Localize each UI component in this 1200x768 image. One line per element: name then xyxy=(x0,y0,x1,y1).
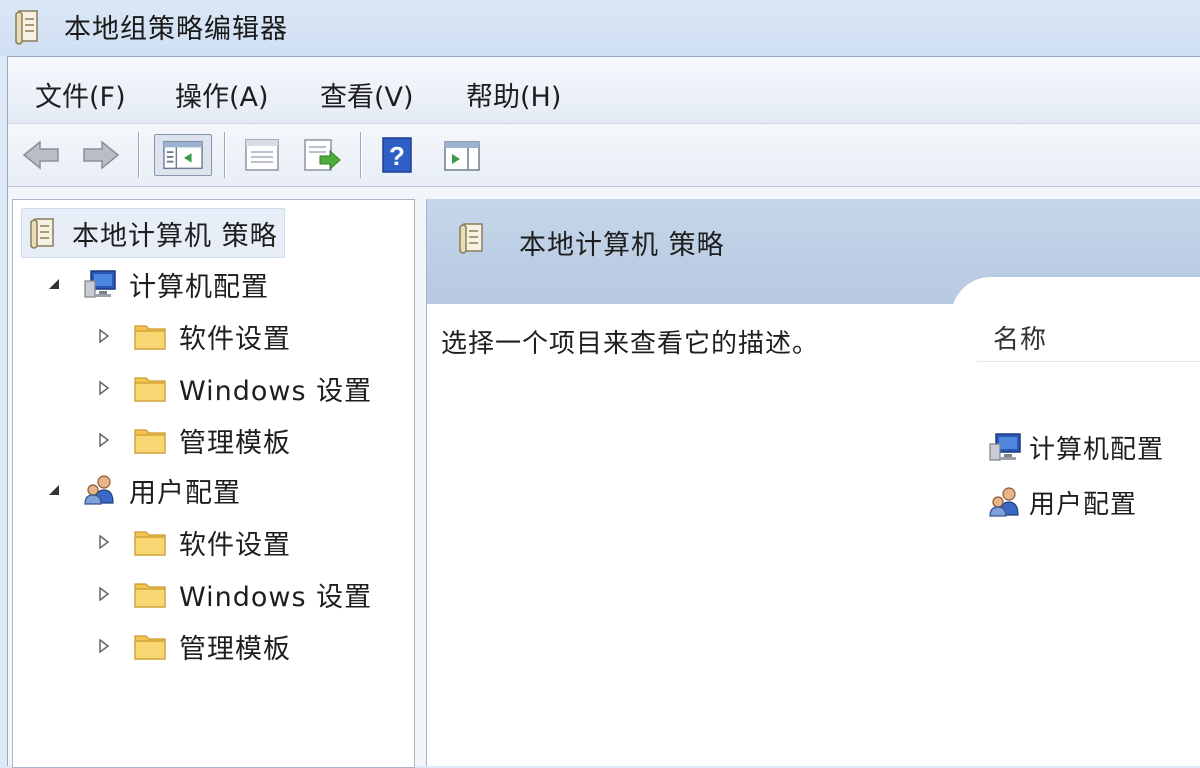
tree-node-computer-windows-settings[interactable]: Windows 设置 xyxy=(95,366,372,410)
tree-node-label: Windows 设置 xyxy=(179,375,373,407)
show-hide-action-pane-icon[interactable] xyxy=(440,134,484,176)
tree-node-computer-software-settings[interactable]: 软件设置 xyxy=(95,314,291,358)
collapsed-triangle-icon[interactable] xyxy=(95,379,113,397)
tree-node-label: 计算机配置 xyxy=(129,271,269,303)
window-title: 本地组策略编辑器 xyxy=(64,14,288,45)
tree-root-local-computer-policy[interactable]: 本地计算机 策略 xyxy=(21,208,285,258)
tree-root-label: 本地计算机 策略 xyxy=(72,220,278,252)
list-item-label: 用户配置 xyxy=(1029,489,1138,520)
policy-scroll-icon xyxy=(12,8,44,46)
collapsed-triangle-icon[interactable] xyxy=(95,327,113,345)
folder-icon xyxy=(133,319,167,353)
folder-icon xyxy=(133,629,167,663)
properties-icon[interactable] xyxy=(240,134,284,176)
tree-node-computer-admin-templates[interactable]: 管理模板 xyxy=(95,418,291,462)
console-tree: 本地计算机 策略 计算机配置 软件设置 Windows 设置 管理模板 用户配置… xyxy=(12,199,415,768)
users-icon xyxy=(987,485,1023,519)
standard-view-tab-curve xyxy=(951,277,1200,317)
folder-icon xyxy=(133,371,167,405)
forward-icon[interactable] xyxy=(78,134,122,176)
tree-node-label: Windows 设置 xyxy=(179,581,373,613)
show-hide-tree-icon[interactable] xyxy=(154,134,212,176)
users-icon xyxy=(83,473,117,507)
expanded-triangle-icon[interactable] xyxy=(45,275,63,293)
folder-icon xyxy=(133,525,167,559)
collapsed-triangle-icon[interactable] xyxy=(95,637,113,655)
help-icon[interactable]: ? xyxy=(378,134,416,176)
computer-icon xyxy=(83,267,117,301)
tree-node-label: 软件设置 xyxy=(179,529,291,561)
collapsed-triangle-icon[interactable] xyxy=(95,431,113,449)
details-description: 选择一个项目来查看它的描述。 xyxy=(441,329,820,359)
expanded-triangle-icon[interactable] xyxy=(45,481,63,499)
menu-bar: 文件(F) 操作(A) 查看(V) 帮助(H) xyxy=(8,57,1200,123)
svg-text:?: ? xyxy=(389,141,405,171)
main-window: 文件(F) 操作(A) 查看(V) 帮助(H) ? 本地计算机 策略 计算机配置… xyxy=(7,56,1200,768)
tree-node-user-windows-settings[interactable]: Windows 设置 xyxy=(95,572,372,616)
toolbar: ? xyxy=(8,123,1200,187)
tree-node-computer-config[interactable]: 计算机配置 xyxy=(45,262,269,306)
menu-action[interactable]: 操作(A) xyxy=(175,75,269,114)
folder-icon xyxy=(133,423,167,457)
tree-node-user-config[interactable]: 用户配置 xyxy=(45,468,241,512)
details-title: 本地计算机 策略 xyxy=(519,230,725,261)
tree-node-label: 软件设置 xyxy=(179,323,291,355)
tree-node-label: 管理模板 xyxy=(179,633,291,665)
tree-node-label: 管理模板 xyxy=(179,427,291,459)
policy-scroll-icon xyxy=(455,221,489,255)
column-header-name[interactable]: 名称 xyxy=(993,319,1047,356)
list-item-user-config[interactable]: 用户配置 xyxy=(987,481,1137,523)
title-bar: 本地组策略编辑器 xyxy=(0,0,1200,56)
menu-help[interactable]: 帮助(H) xyxy=(466,75,561,114)
back-icon[interactable] xyxy=(20,134,64,176)
tree-node-user-admin-templates[interactable]: 管理模板 xyxy=(95,624,291,668)
export-list-icon[interactable] xyxy=(300,134,344,176)
list-item-computer-config[interactable]: 计算机配置 xyxy=(987,426,1164,468)
computer-icon xyxy=(987,430,1023,464)
collapsed-triangle-icon[interactable] xyxy=(95,585,113,603)
collapsed-triangle-icon[interactable] xyxy=(95,533,113,551)
folder-icon xyxy=(133,577,167,611)
menu-file[interactable]: 文件(F) xyxy=(35,75,126,114)
tree-node-user-software-settings[interactable]: 软件设置 xyxy=(95,520,291,564)
list-item-label: 计算机配置 xyxy=(1029,434,1165,465)
tree-node-label: 用户配置 xyxy=(129,477,241,509)
policy-scroll-icon xyxy=(26,216,60,250)
details-pane: 本地计算机 策略 选择一个项目来查看它的描述。 名称 计算机配置 用户配置 xyxy=(426,199,1200,766)
menu-view[interactable]: 查看(V) xyxy=(320,75,414,114)
